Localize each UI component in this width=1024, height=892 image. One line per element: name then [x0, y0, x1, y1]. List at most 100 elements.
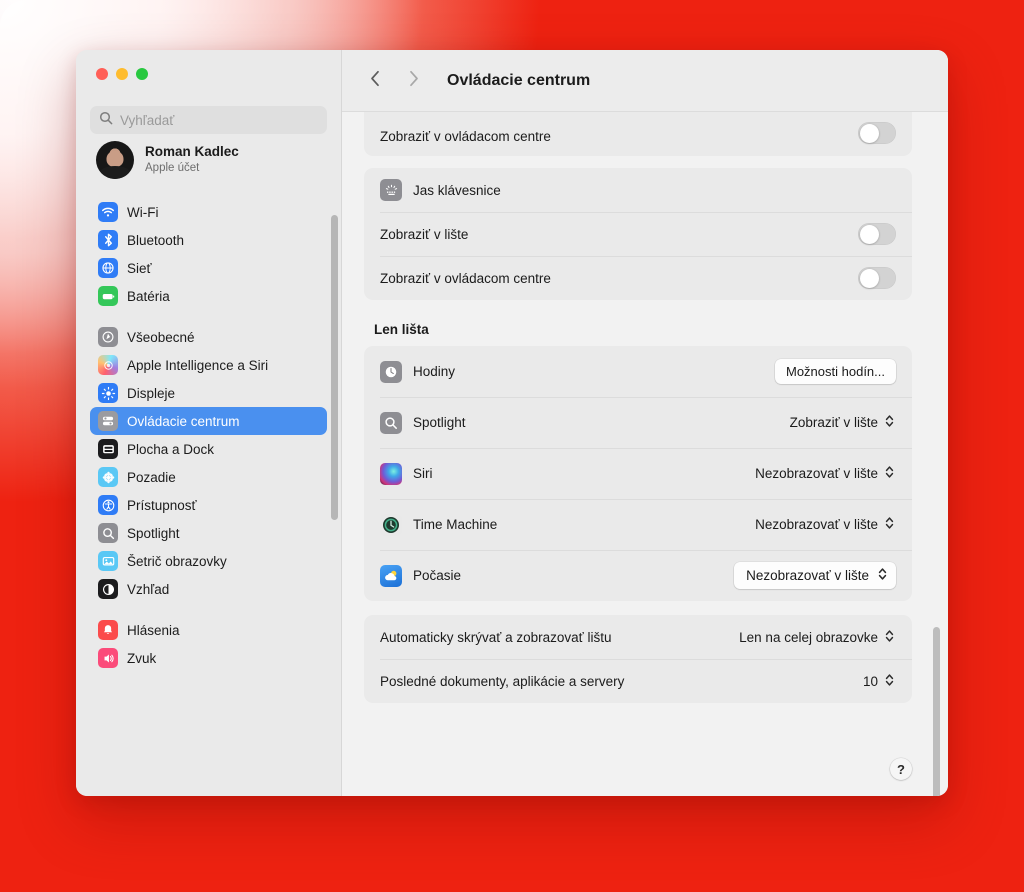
sidebar-scrollbar[interactable] — [331, 215, 338, 520]
row-label: Zobraziť v lište — [380, 226, 469, 242]
toggle-knob — [859, 268, 879, 288]
clock-options-button[interactable]: Možnosti hodín... — [775, 359, 896, 384]
setting-row-spotlight[interactable]: Spotlight Zobraziť v lište — [364, 397, 912, 448]
time-machine-visibility-popup[interactable]: Nezobrazovať v lište — [753, 513, 896, 536]
sidebar-item-sound[interactable]: Zvuk — [90, 644, 327, 672]
sidebar-item-label: Batéria — [127, 288, 170, 304]
sidebar: Roman Kadlec Apple účet Wi-Fi Bluetooth — [76, 50, 342, 796]
sidebar-item-general[interactable]: Všeobecné — [90, 323, 327, 351]
row-control: 10 — [861, 670, 896, 693]
sidebar-item-label: Spotlight — [127, 525, 180, 541]
row-control — [858, 122, 896, 144]
sidebar-item-apple-intelligence[interactable]: Apple Intelligence a Siri — [90, 351, 327, 379]
minimize-button[interactable] — [116, 68, 128, 80]
row-control: Zobraziť v lište — [788, 411, 896, 434]
setting-row-siri[interactable]: Siri Nezobrazovať v lište — [364, 448, 912, 499]
setting-row-recent-items[interactable]: Posledné dokumenty, aplikácie a servery … — [364, 659, 912, 703]
show-in-menu-bar-toggle[interactable] — [858, 223, 896, 245]
row-label: Posledné dokumenty, aplikácie a servery — [380, 673, 625, 689]
row-control: Len na celej obrazovke — [737, 626, 896, 649]
sidebar-item-accessibility[interactable]: Prístupnosť — [90, 491, 327, 519]
row-control: Možnosti hodín... — [775, 359, 896, 384]
chevron-updown-icon — [885, 465, 894, 482]
sidebar-item-wallpaper[interactable]: Pozadie — [90, 463, 327, 491]
help-button[interactable]: ? — [890, 758, 912, 780]
account-row[interactable]: Roman Kadlec Apple účet — [90, 134, 327, 186]
row-label: Siri — [413, 466, 433, 481]
row-control — [858, 223, 896, 245]
sidebar-item-label: Wi-Fi — [127, 204, 159, 220]
search-input[interactable] — [120, 112, 318, 128]
setting-row-time-machine[interactable]: Time Machine Nezobrazovať v lište — [364, 499, 912, 550]
sidebar-group-alerts: Hlásenia Zvuk — [90, 616, 327, 672]
zoom-button[interactable] — [136, 68, 148, 80]
chevron-updown-icon — [885, 516, 894, 533]
sidebar-item-bluetooth[interactable]: Bluetooth — [90, 226, 327, 254]
sidebar-item-desktop-dock[interactable]: Plocha a Dock — [90, 435, 327, 463]
main-scrollbar[interactable] — [933, 627, 940, 796]
chevron-updown-icon — [878, 567, 887, 584]
row-control: Nezobrazovať v lište — [753, 462, 896, 485]
network-globe-icon — [98, 258, 118, 278]
menubar-only-card: Hodiny Možnosti hodín... Spotlight Zobra… — [364, 346, 912, 601]
toggle-knob — [859, 224, 879, 244]
weather-visibility-popup[interactable]: Nezobrazovať v lište — [734, 562, 896, 589]
spotlight-visibility-popup[interactable]: Zobraziť v lište — [788, 411, 896, 434]
chevron-left-icon — [370, 70, 381, 92]
setting-row-autohide[interactable]: Automaticky skrývať a zobrazovať lištu L… — [364, 615, 912, 659]
setting-row[interactable]: Zobraziť v ovládacom centre — [364, 112, 912, 156]
sidebar-group-system: Všeobecné Apple Intelligence a Siri Disp… — [90, 323, 327, 603]
keyboard-brightness-icon — [380, 179, 402, 201]
close-button[interactable] — [96, 68, 108, 80]
sidebar-item-battery[interactable]: Batéria — [90, 282, 327, 310]
setting-row-clock[interactable]: Hodiny Možnosti hodín... — [364, 346, 912, 397]
sidebar-item-label: Ovládacie centrum — [127, 413, 240, 429]
chevron-updown-icon — [885, 414, 894, 431]
partial-card-top: Zobraziť v ovládacom centre — [364, 112, 912, 156]
window-traffic-lights — [76, 50, 341, 96]
clock-icon — [380, 360, 402, 383]
time-machine-icon — [380, 513, 402, 536]
spotlight-search-icon — [380, 411, 402, 434]
weather-icon — [380, 564, 402, 587]
sidebar-item-spotlight[interactable]: Spotlight — [90, 519, 327, 547]
notifications-bell-icon — [98, 620, 118, 640]
row-control — [858, 267, 896, 289]
sidebar-item-label: Šetrič obrazovky — [127, 553, 227, 569]
sidebar-item-label: Hlásenia — [127, 622, 180, 638]
sidebar-item-notifications[interactable]: Hlásenia — [90, 616, 327, 644]
keyboard-brightness-header-row: Jas klávesnice — [364, 168, 912, 212]
show-in-control-center-toggle[interactable] — [858, 122, 896, 144]
chevron-right-icon — [408, 70, 419, 92]
back-button[interactable] — [364, 68, 386, 94]
sidebar-item-wifi[interactable]: Wi-Fi — [90, 198, 327, 226]
setting-row[interactable]: Zobraziť v lište — [364, 212, 912, 256]
sidebar-item-displays[interactable]: Displeje — [90, 379, 327, 407]
wifi-icon — [98, 202, 118, 222]
setting-row[interactable]: Zobraziť v ovládacom centre — [364, 256, 912, 300]
forward-button[interactable] — [402, 68, 424, 94]
siri-visibility-popup[interactable]: Nezobrazovať v lište — [753, 462, 896, 485]
autohide-menubar-popup[interactable]: Len na celej obrazovke — [737, 626, 896, 649]
sidebar-item-label: Plocha a Dock — [127, 441, 215, 457]
menubar-behavior-card: Automaticky skrývať a zobrazovať lištu L… — [364, 615, 912, 703]
setting-row-weather[interactable]: Počasie Nezobrazovať v lište — [364, 550, 912, 601]
popup-value: Nezobrazovať v lište — [746, 568, 869, 583]
sidebar-item-network[interactable]: Sieť — [90, 254, 327, 282]
recent-items-count-popup[interactable]: 10 — [861, 670, 896, 693]
main-panel: Ovládacie centrum Zobraziť v ovládacom c… — [342, 50, 948, 796]
sidebar-scroll-area: Roman Kadlec Apple účet Wi-Fi Bluetooth — [76, 134, 341, 796]
sidebar-item-appearance[interactable]: Vzhľad — [90, 575, 327, 603]
row-label: Automaticky skrývať a zobrazovať lištu — [380, 629, 612, 645]
sidebar-item-label: Pozadie — [127, 469, 176, 485]
displays-brightness-icon — [98, 383, 118, 403]
keyboard-brightness-card: Jas klávesnice Zobraziť v lište Zobraziť… — [364, 168, 912, 300]
siri-orb-icon — [380, 462, 402, 485]
help-question-icon: ? — [897, 761, 905, 777]
sidebar-item-control-center[interactable]: Ovládacie centrum — [90, 407, 327, 435]
show-in-control-center-toggle[interactable] — [858, 267, 896, 289]
sidebar-item-screen-saver[interactable]: Šetrič obrazovky — [90, 547, 327, 575]
search-field[interactable] — [90, 106, 327, 134]
row-label: Zobraziť v ovládacom centre — [380, 129, 551, 144]
sidebar-item-label: Apple Intelligence a Siri — [127, 357, 269, 373]
